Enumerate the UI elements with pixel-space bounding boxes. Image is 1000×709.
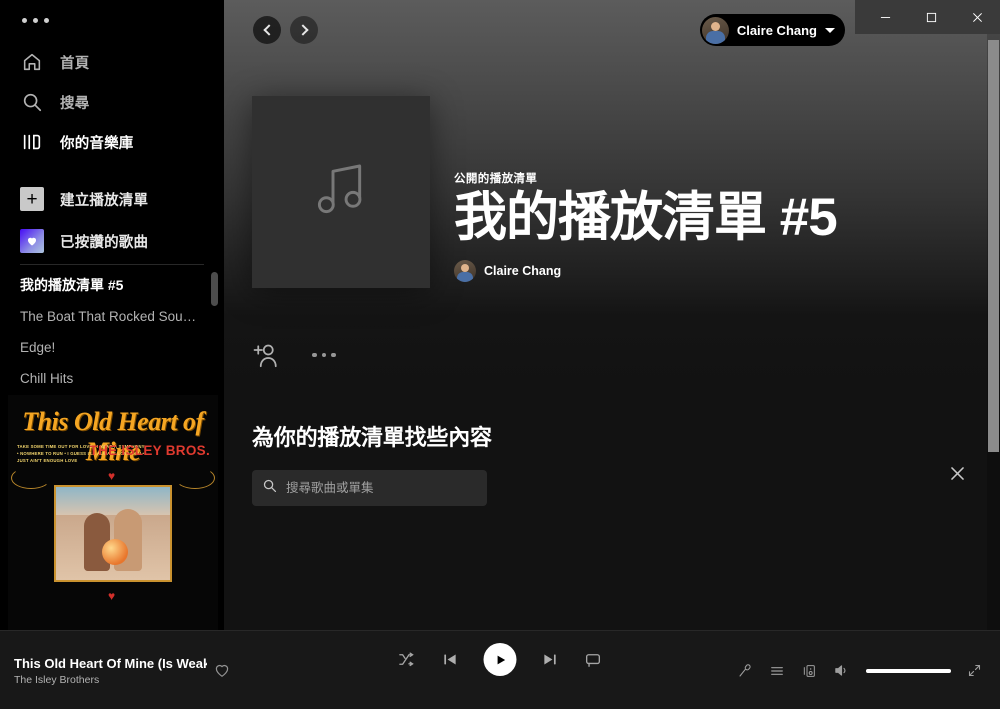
album-art-scroll-right (175, 467, 215, 489)
next-icon[interactable] (542, 651, 559, 668)
window-controls (855, 0, 1000, 34)
chevron-down-icon (825, 27, 835, 33)
album-art-photo (54, 485, 172, 582)
search-box[interactable] (252, 470, 487, 506)
microphone-icon[interactable] (737, 663, 753, 679)
playlist-cover[interactable] (252, 96, 430, 288)
forward-button[interactable] (290, 16, 318, 44)
playlist-owner-row: Claire Chang (454, 260, 1000, 282)
heart-icon[interactable] (213, 661, 231, 684)
album-art-heart-bottom-icon: ♥ (108, 589, 116, 603)
player-bar: This Old Heart Of Mine (Is Weak The Isle… (0, 630, 1000, 709)
main-scrollbar-thumb[interactable] (988, 40, 999, 452)
album-art-scroll-left (11, 467, 51, 489)
playlist-meta: 公開的播放清單 我的播放清單 #5 Claire Chang (454, 96, 1000, 288)
user-name-label: Claire Chang (736, 22, 817, 38)
playlist-owner-label[interactable]: Claire Chang (484, 264, 561, 278)
now-playing-artist[interactable]: The Isley Brothers (14, 674, 207, 686)
owner-avatar (454, 260, 476, 282)
now-playing-text: This Old Heart Of Mine (Is Weak The Isle… (14, 656, 207, 686)
sidebar-item-home-label: 首頁 (60, 55, 90, 72)
sidebar: 首頁 搜尋 你的音樂庫 + 建立播放清單 已按讚的歌曲 我的播放清單 #5 Th… (0, 0, 224, 630)
sidebar-overflow-menu-icon[interactable] (22, 18, 49, 23)
search-icon (20, 90, 44, 114)
liked-songs-label: 已按讚的歌曲 (60, 234, 149, 251)
previous-icon[interactable] (442, 651, 459, 668)
album-art-heart-top-icon: ♥ (108, 469, 116, 483)
spotify-window: 首頁 搜尋 你的音樂庫 + 建立播放清單 已按讚的歌曲 我的播放清單 #5 Th… (0, 0, 1000, 709)
now-playing-album-art[interactable]: This Old Heart of Mine TAKE SOME TIME OU… (8, 395, 218, 630)
playlist-kind-label: 公開的播放清單 (454, 173, 538, 186)
main-content: Claire Chang 公開的播放清單 我的播放清單 #5 Claire Ch… (224, 0, 1000, 630)
playlist-item-0[interactable]: 我的播放清單 #5 (0, 270, 224, 301)
now-playing-info: This Old Heart Of Mine (Is Weak The Isle… (14, 631, 246, 709)
user-menu-button[interactable]: Claire Chang (699, 14, 845, 46)
page-title: 我的播放清單 #5 (454, 188, 838, 248)
add-collaborator-icon[interactable] (252, 340, 282, 370)
plus-square-icon: + (20, 187, 44, 211)
album-art-artist: THE ISLEY BROS. (89, 443, 210, 458)
chevron-right-icon (296, 24, 309, 36)
liked-songs-button[interactable]: 已按讚的歌曲 (0, 220, 224, 262)
create-playlist-button[interactable]: + 建立播放清單 (0, 178, 224, 220)
find-content-heading: 為你的播放清單找些內容 (252, 425, 492, 450)
playlist-header: 公開的播放清單 我的播放清單 #5 Claire Chang (224, 96, 1000, 288)
player-right-controls (737, 631, 982, 709)
search-icon (262, 478, 277, 498)
search-input[interactable] (286, 481, 477, 495)
playlist-item-1[interactable]: The Boat That Rocked Soun... (0, 301, 224, 332)
minimize-button[interactable] (862, 0, 908, 34)
volume-icon[interactable] (833, 662, 850, 679)
volume-fill (866, 668, 951, 673)
chevron-left-icon (262, 24, 275, 36)
playlist-item-3[interactable]: Chill Hits (0, 363, 224, 394)
now-playing-title[interactable]: This Old Heart Of Mine (Is Weak (14, 656, 207, 671)
maximize-button[interactable] (908, 0, 954, 34)
sidebar-item-library[interactable]: 你的音樂庫 (0, 122, 224, 162)
sidebar-scrollbar-thumb[interactable] (211, 272, 218, 306)
close-icon[interactable] (944, 460, 970, 486)
sidebar-item-search[interactable]: 搜尋 (0, 82, 224, 122)
devices-icon[interactable] (801, 663, 817, 679)
find-content-section: 為你的播放清單找些內容 (224, 420, 1000, 506)
primary-nav: 首頁 搜尋 你的音樂庫 (0, 42, 224, 162)
volume-slider[interactable] (866, 668, 951, 673)
close-button[interactable] (954, 0, 1000, 34)
sidebar-item-home[interactable]: 首頁 (0, 42, 224, 82)
sidebar-divider (20, 264, 204, 265)
play-button[interactable] (483, 643, 517, 676)
create-playlist-label: 建立播放清單 (60, 192, 149, 209)
playback-controls (398, 643, 603, 676)
back-button[interactable] (253, 16, 281, 44)
home-icon (20, 50, 44, 74)
repeat-icon[interactable] (584, 650, 603, 669)
library-icon (20, 130, 44, 154)
fullscreen-icon[interactable] (967, 663, 982, 678)
music-note-icon (309, 158, 373, 227)
avatar (701, 16, 729, 44)
shuffle-icon[interactable] (398, 650, 417, 669)
playlist-more-options-icon[interactable] (312, 352, 336, 358)
liked-heart-icon (20, 229, 44, 253)
playlist-item-2[interactable]: Edge! (0, 332, 224, 363)
sidebar-item-search-label: 搜尋 (60, 95, 90, 112)
sidebar-item-library-label: 你的音樂庫 (60, 135, 134, 152)
queue-icon[interactable] (769, 663, 785, 679)
playlist-actions (224, 324, 1000, 386)
library-actions: + 建立播放清單 已按讚的歌曲 (0, 178, 224, 262)
playlist-list: 我的播放清單 #5 The Boat That Rocked Soun... E… (0, 270, 224, 398)
